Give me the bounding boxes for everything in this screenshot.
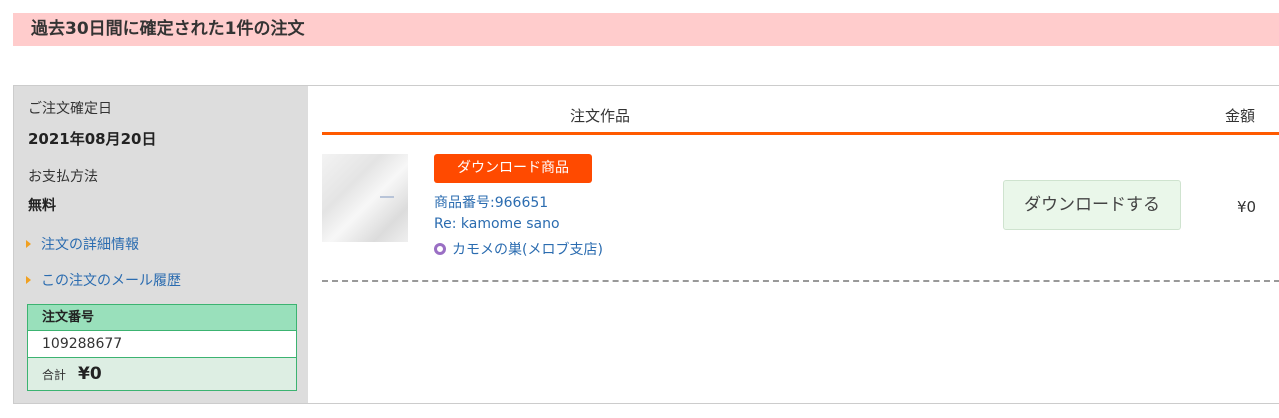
shop-name: カモメの巣(メロブ支店) (452, 242, 603, 258)
circle-ring-icon (434, 243, 446, 255)
product-title-link[interactable]: Re: kamome sano (434, 216, 560, 232)
column-header-item: 注文作品 (570, 107, 631, 125)
page-title: 過去30日間に確定された1件の注文 (31, 19, 305, 39)
item-price: ¥0 (1237, 198, 1257, 216)
order-details-link[interactable]: 注文の詳細情報 (26, 234, 139, 254)
order-number-box: 注文番号 109288677 合計 ¥0 (27, 304, 297, 391)
triangle-right-icon (26, 240, 31, 248)
payment-label: お支払方法 (28, 169, 98, 185)
order-number-label: 注文番号 (28, 305, 296, 331)
header-divider (322, 132, 1279, 135)
download-product-badge: ダウンロード商品 (434, 154, 592, 183)
order-details-link-label: 注文の詳細情報 (41, 237, 139, 253)
product-number-link[interactable]: 商品番号:966651 (434, 192, 548, 212)
order-number: 109288677 (28, 331, 296, 358)
order-sidebar: ご注文確定日 2021年08月20日 お支払方法 無料 注文の詳細情報 この注文… (14, 86, 308, 403)
order-mail-history-link[interactable]: この注文のメール履歴 (26, 270, 181, 290)
order-items: 注文作品 金額 ダウンロード商品 商品番号:966651 Re: kamome … (308, 86, 1279, 403)
thumbnail-detail (380, 196, 394, 198)
page-title-banner: 過去30日間に確定された1件の注文 (13, 13, 1279, 46)
order-date: 2021年08月20日 (28, 130, 157, 148)
order-mail-history-link-label: この注文のメール履歴 (41, 273, 181, 289)
payment-method: 無料 (28, 198, 56, 214)
column-header-price: 金額 (1225, 107, 1256, 125)
order-total-amount: ¥0 (78, 364, 102, 384)
shop-link[interactable]: カモメの巣(メロブ支店) (434, 239, 603, 259)
triangle-right-icon (26, 276, 31, 284)
item-divider (322, 280, 1279, 282)
order-total: 合計 ¥0 (28, 358, 296, 390)
product-thumbnail[interactable] (322, 154, 408, 242)
order-card: ご注文確定日 2021年08月20日 お支払方法 無料 注文の詳細情報 この注文… (13, 85, 1279, 404)
download-button[interactable]: ダウンロードする (1003, 180, 1181, 230)
order-date-label: ご注文確定日 (28, 101, 112, 117)
order-total-label: 合計 (42, 368, 67, 382)
